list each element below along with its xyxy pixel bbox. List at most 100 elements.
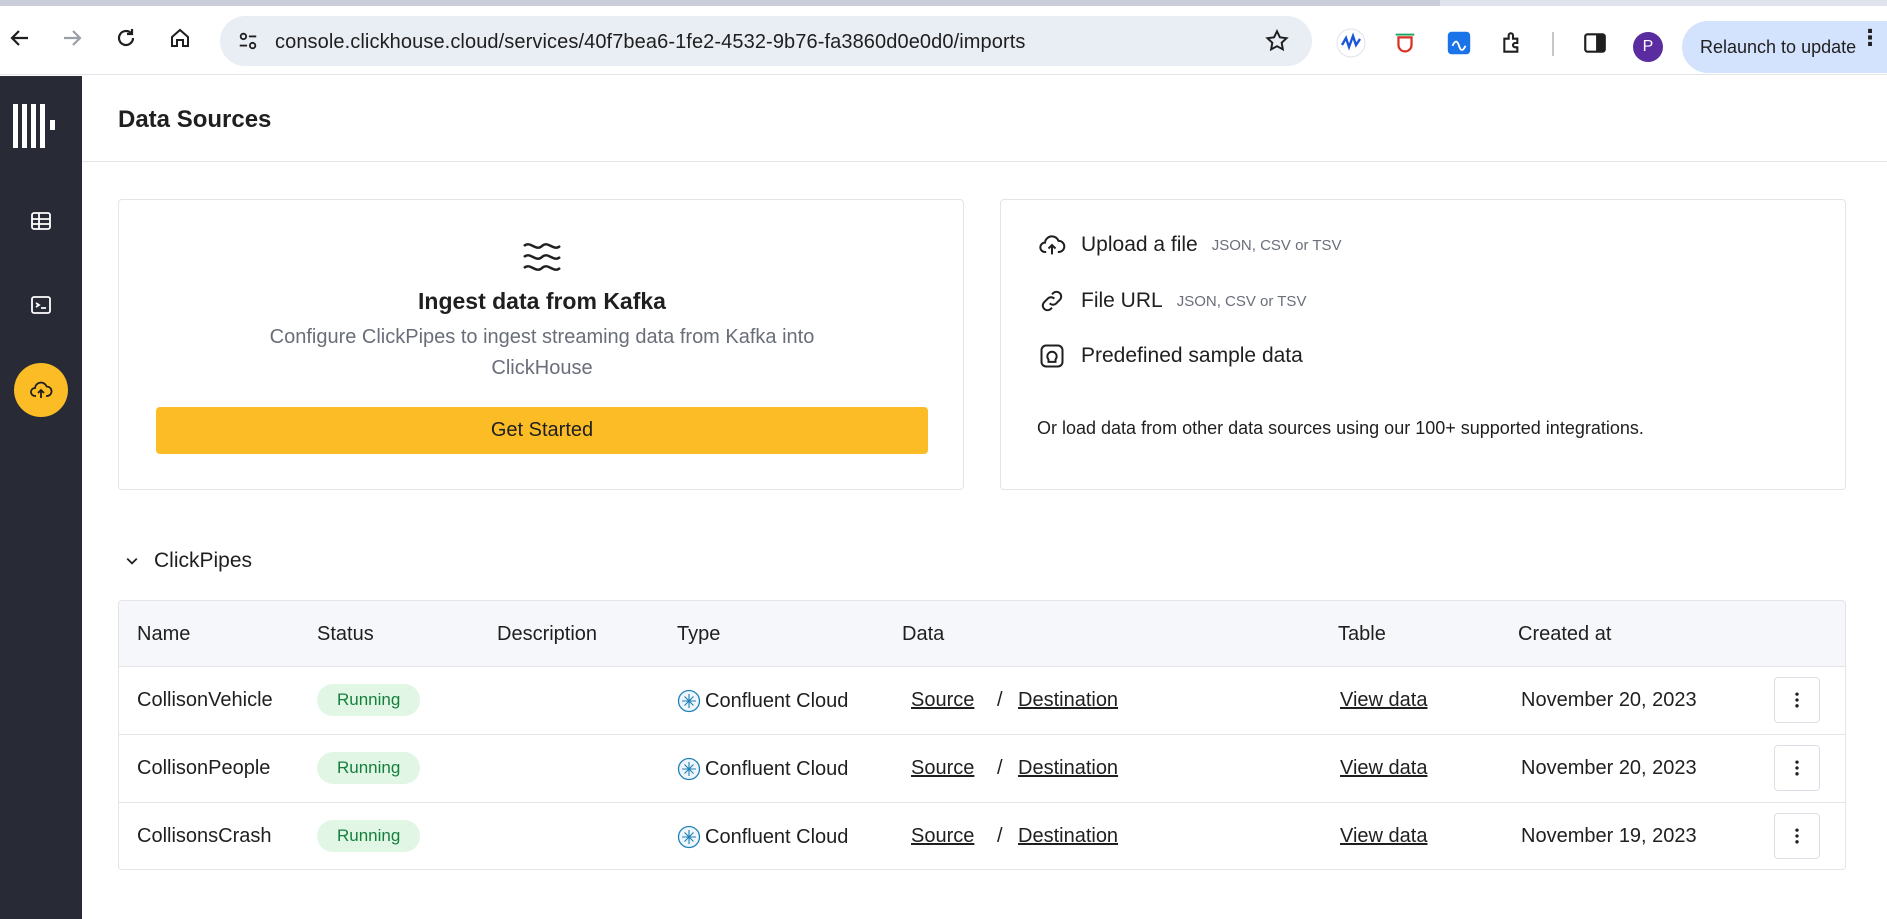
created-at: November 20, 2023 <box>1521 689 1697 711</box>
sidebar-item-sql-console[interactable] <box>0 280 82 330</box>
main-content: Data Sources Ingest data from Kafka Conf… <box>82 76 1887 919</box>
source-link[interactable]: Source <box>911 825 974 848</box>
kebab-menu-icon <box>1795 760 1799 776</box>
sidebar-item-tables[interactable] <box>0 196 82 246</box>
site-settings-icon[interactable] <box>234 27 262 55</box>
destination-link[interactable]: Destination <box>1018 757 1118 780</box>
kafka-card: Ingest data from Kafka Configure ClickPi… <box>118 199 964 490</box>
extension-app-icon[interactable] <box>1444 28 1474 58</box>
pipe-type: Confluent Cloud <box>677 757 848 781</box>
status-badge: Running <box>317 684 421 716</box>
cloud-upload-icon <box>1037 230 1067 260</box>
confluent-cloud-icon <box>677 825 701 849</box>
forward-icon[interactable] <box>56 22 88 54</box>
table-row[interactable]: CollisonVehicle Running Confluent Cloud … <box>119 667 1845 735</box>
reload-icon[interactable] <box>110 22 142 54</box>
get-started-button[interactable]: Get Started <box>156 407 928 454</box>
table-row[interactable]: CollisonsCrash Running Confluent Cloud S… <box>119 803 1845 869</box>
status-badge: Running <box>317 820 421 852</box>
view-data-link[interactable]: View data <box>1340 689 1427 712</box>
link-icon <box>1037 286 1067 316</box>
file-url-option[interactable]: File URL JSON, CSV or TSV <box>1037 284 1306 318</box>
column-status[interactable]: Status <box>317 623 374 646</box>
column-data[interactable]: Data <box>902 623 944 646</box>
source-link[interactable]: Source <box>911 689 974 712</box>
upload-file-option[interactable]: Upload a file JSON, CSV or TSV <box>1037 228 1342 262</box>
table-icon <box>31 212 51 230</box>
waves-icon <box>119 240 965 274</box>
created-at: November 20, 2023 <box>1521 757 1697 779</box>
relaunch-button[interactable]: Relaunch to update ⋮ <box>1682 21 1887 73</box>
row-actions-button[interactable] <box>1774 677 1820 723</box>
url-text[interactable]: console.clickhouse.cloud/services/40f7be… <box>275 31 1026 54</box>
view-data-link[interactable]: View data <box>1340 757 1427 780</box>
column-name[interactable]: Name <box>137 623 190 646</box>
sample-data-icon <box>1037 341 1067 371</box>
pipe-type-label: Confluent Cloud <box>705 689 849 712</box>
data-separator: / <box>997 757 1003 779</box>
kebab-menu-icon <box>1795 828 1799 844</box>
active-indicator <box>14 363 68 417</box>
back-icon[interactable] <box>4 22 36 54</box>
integrations-note: Or load data from other data sources usi… <box>1037 418 1644 438</box>
column-created-at[interactable]: Created at <box>1518 623 1611 646</box>
table-row[interactable]: CollisonPeople Running Confluent Cloud S… <box>119 735 1845 803</box>
pipe-type-label: Confluent Cloud <box>705 825 849 848</box>
clickpipes-table: Name Status Description Type Data Table … <box>118 600 1846 870</box>
file-url-label: File URL <box>1081 289 1163 312</box>
view-data-link[interactable]: View data <box>1340 825 1427 848</box>
terminal-icon <box>31 296 51 314</box>
toolbar-divider <box>1552 32 1554 56</box>
kebab-menu-icon <box>1795 692 1799 708</box>
page-header: Data Sources <box>82 76 1887 162</box>
kafka-title: Ingest data from Kafka <box>418 288 666 314</box>
profile-avatar[interactable]: P <box>1633 32 1663 62</box>
sample-data-option[interactable]: Predefined sample data <box>1037 339 1303 373</box>
destination-link[interactable]: Destination <box>1018 825 1118 848</box>
pipe-name[interactable]: CollisonVehicle <box>137 689 281 712</box>
source-link[interactable]: Source <box>911 757 974 780</box>
status-badge: Running <box>317 752 421 784</box>
column-description[interactable]: Description <box>497 623 597 646</box>
upload-file-label: Upload a file <box>1081 233 1198 256</box>
clickpipes-label: ClickPipes <box>154 549 253 572</box>
home-icon[interactable] <box>164 22 196 54</box>
extension-shield-icon[interactable] <box>1390 28 1420 58</box>
app-sidebar <box>0 76 82 919</box>
pipe-name[interactable]: CollisonPeople <box>137 757 281 780</box>
clickpipes-section-toggle[interactable]: ClickPipes <box>122 546 252 576</box>
kafka-description: Configure ClickPipes to ingest streaming… <box>269 326 815 379</box>
pipe-type-label: Confluent Cloud <box>705 757 849 780</box>
side-panel-icon[interactable] <box>1580 28 1610 58</box>
pipe-type: Confluent Cloud <box>677 689 848 713</box>
extensions-puzzle-icon[interactable] <box>1498 28 1528 58</box>
address-bar[interactable]: console.clickhouse.cloud/services/40f7be… <box>220 16 1312 66</box>
column-table[interactable]: Table <box>1338 623 1386 646</box>
column-type[interactable]: Type <box>677 623 720 646</box>
file-url-hint: JSON, CSV or TSV <box>1176 292 1307 310</box>
confluent-cloud-icon <box>677 689 701 713</box>
more-menu-icon[interactable]: ⋮ <box>1859 27 1881 49</box>
data-separator: / <box>997 825 1003 847</box>
destination-link[interactable]: Destination <box>1018 689 1118 712</box>
relaunch-label: Relaunch to update <box>1700 36 1857 57</box>
created-at: November 19, 2023 <box>1521 825 1697 847</box>
cloud-upload-icon <box>30 381 53 398</box>
row-actions-button[interactable] <box>1774 813 1820 859</box>
clickhouse-logo[interactable] <box>13 104 57 148</box>
pipe-type: Confluent Cloud <box>677 825 848 849</box>
sample-data-label: Predefined sample data <box>1081 344 1303 367</box>
row-actions-button[interactable] <box>1774 745 1820 791</box>
data-separator: / <box>997 689 1003 711</box>
upload-card: Upload a file JSON, CSV or TSV File URL … <box>1000 199 1846 490</box>
table-header: Name Status Description Type Data Table … <box>119 601 1845 667</box>
chevron-down-icon <box>122 551 142 571</box>
confluent-cloud-icon <box>677 757 701 781</box>
browser-toolbar: console.clickhouse.cloud/services/40f7be… <box>0 6 1887 75</box>
bookmark-star-icon[interactable] <box>1264 28 1290 54</box>
upload-file-hint: JSON, CSV or TSV <box>1211 236 1342 254</box>
page-title: Data Sources <box>118 106 272 133</box>
extension-wave-icon[interactable] <box>1336 28 1366 58</box>
sidebar-item-imports[interactable] <box>0 363 82 417</box>
pipe-name[interactable]: CollisonsCrash <box>137 825 281 848</box>
